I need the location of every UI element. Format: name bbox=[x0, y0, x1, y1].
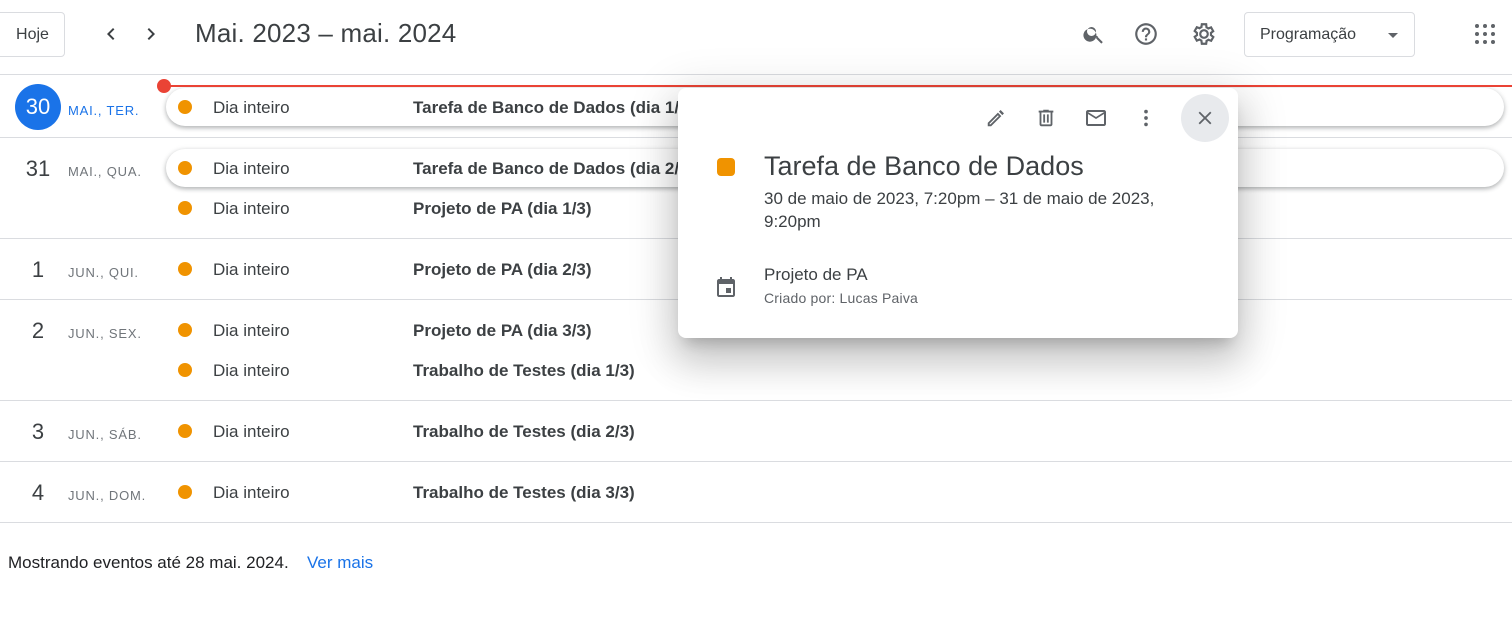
chevron-left-icon bbox=[107, 28, 115, 40]
event-detail-date: 30 de maio de 2023, 7:20pm – 31 de maio … bbox=[764, 189, 1155, 231]
day-label[interactable]: JUN., SEX. bbox=[68, 326, 142, 341]
day-label[interactable]: JUN., QUI. bbox=[68, 265, 139, 280]
event-creator: Criado por: Lucas Paiva bbox=[764, 290, 919, 306]
day-number-today[interactable]: 30 bbox=[15, 84, 61, 130]
day-divider bbox=[0, 461, 1512, 462]
event-title[interactable]: Trabalho de Testes (dia 2/3) bbox=[413, 422, 635, 442]
event-color-dot bbox=[178, 363, 192, 377]
email-icon bbox=[1086, 110, 1106, 126]
current-time-dot bbox=[157, 79, 171, 93]
day-number[interactable]: 31 bbox=[15, 156, 61, 182]
search-icon bbox=[1083, 27, 1103, 44]
day-label[interactable]: JUN., DOM. bbox=[68, 488, 146, 503]
edit-icon bbox=[987, 110, 1004, 127]
event-color-dot bbox=[178, 323, 192, 337]
events-range-note: Mostrando eventos até 28 mai. 2024. bbox=[8, 553, 289, 572]
dropdown-arrow-icon bbox=[1388, 33, 1398, 38]
current-time-line bbox=[164, 85, 1512, 87]
apps-grid-icon bbox=[1475, 24, 1495, 44]
event-color-dot bbox=[178, 201, 192, 215]
date-range-title: Mai. 2023 – mai. 2024 bbox=[195, 18, 457, 48]
today-button[interactable]: Hoje bbox=[0, 12, 65, 57]
event-color-dot bbox=[178, 485, 192, 499]
day-number[interactable]: 1 bbox=[15, 257, 61, 283]
event-color-dot bbox=[178, 424, 192, 438]
event-time[interactable]: Dia inteiro bbox=[213, 199, 290, 219]
gear-icon bbox=[1193, 23, 1215, 45]
delete-icon bbox=[1038, 109, 1054, 127]
see-more-link[interactable]: Ver mais bbox=[307, 553, 373, 573]
day-divider bbox=[0, 522, 1512, 523]
event-title[interactable]: Projeto de PA (dia 3/3) bbox=[413, 321, 592, 341]
event-color-dot bbox=[178, 100, 192, 114]
event-title[interactable]: Trabalho de Testes (dia 3/3) bbox=[413, 483, 635, 503]
close-popup-button[interactable] bbox=[1181, 94, 1229, 142]
event-title[interactable]: Tarefa de Banco de Dados (dia 2/2) bbox=[413, 159, 694, 179]
day-number[interactable]: 2 bbox=[15, 318, 61, 344]
delete-event-button[interactable] bbox=[1022, 94, 1070, 142]
event-calendar-name: Projeto de PA bbox=[764, 265, 868, 284]
chevron-right-icon bbox=[147, 28, 155, 40]
apps-button[interactable] bbox=[1465, 14, 1505, 54]
event-time[interactable]: Dia inteiro bbox=[213, 321, 290, 341]
more-options-button[interactable] bbox=[1122, 94, 1170, 142]
calendar-icon bbox=[717, 277, 735, 297]
top-bar: Hoje Mai. 2023 – mai. 2024 Programação bbox=[0, 0, 1512, 68]
previous-period-button[interactable] bbox=[95, 18, 127, 50]
help-icon bbox=[1135, 23, 1157, 45]
header-divider bbox=[0, 74, 1512, 75]
event-title[interactable]: Trabalho de Testes (dia 1/3) bbox=[413, 361, 635, 381]
settings-button[interactable] bbox=[1184, 14, 1224, 54]
day-label[interactable]: MAI., TER. bbox=[68, 103, 139, 118]
day-number[interactable]: 4 bbox=[15, 480, 61, 506]
view-selector[interactable]: Programação bbox=[1244, 12, 1415, 57]
event-time[interactable]: Dia inteiro bbox=[213, 422, 290, 442]
edit-event-button[interactable] bbox=[972, 94, 1020, 142]
email-guests-button[interactable] bbox=[1072, 94, 1120, 142]
event-detail-title: Tarefa de Banco de Dados bbox=[764, 151, 1084, 181]
day-label[interactable]: JUN., SÁB. bbox=[68, 427, 142, 442]
close-icon bbox=[1198, 111, 1212, 125]
more-vert-icon bbox=[1144, 109, 1148, 127]
event-title[interactable]: Tarefa de Banco de Dados (dia 1/2) bbox=[413, 98, 694, 118]
event-color-dot bbox=[178, 161, 192, 175]
event-time[interactable]: Dia inteiro bbox=[213, 483, 290, 503]
event-details-popup: Tarefa de Banco de Dados 30 de maio de 2… bbox=[678, 88, 1238, 338]
view-selector-label: Programação bbox=[1260, 25, 1357, 43]
event-time[interactable]: Dia inteiro bbox=[213, 260, 290, 280]
event-title[interactable]: Projeto de PA (dia 2/3) bbox=[413, 260, 592, 280]
help-button[interactable] bbox=[1126, 14, 1166, 54]
event-color-swatch bbox=[717, 158, 735, 176]
event-time[interactable]: Dia inteiro bbox=[213, 159, 290, 179]
event-title[interactable]: Projeto de PA (dia 1/3) bbox=[413, 199, 592, 219]
day-label[interactable]: MAI., QUA. bbox=[68, 164, 142, 179]
event-time[interactable]: Dia inteiro bbox=[213, 98, 290, 118]
event-color-dot bbox=[178, 262, 192, 276]
day-divider bbox=[0, 400, 1512, 401]
search-button[interactable] bbox=[1074, 14, 1114, 54]
next-period-button[interactable] bbox=[135, 18, 167, 50]
event-time[interactable]: Dia inteiro bbox=[213, 361, 290, 381]
day-number[interactable]: 3 bbox=[15, 419, 61, 445]
